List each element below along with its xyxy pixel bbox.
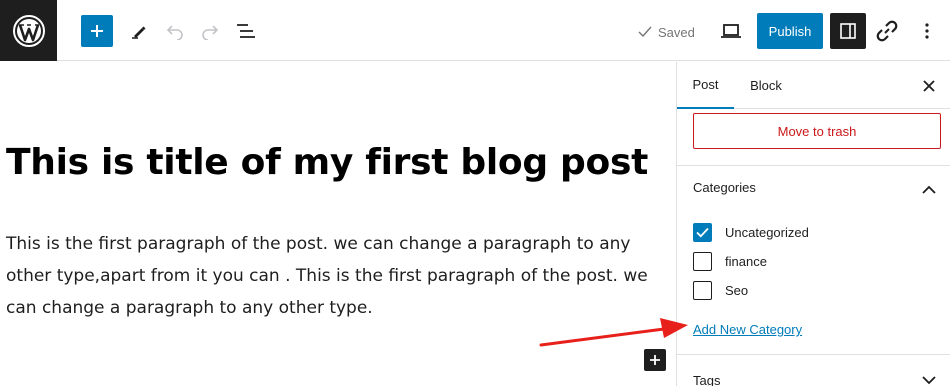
chevron-up-icon <box>922 185 936 194</box>
tags-panel-header[interactable]: Tags <box>693 373 720 386</box>
category-checkbox[interactable] <box>693 280 712 300</box>
redo-icon <box>202 25 219 40</box>
wordpress-logo-button[interactable] <box>0 0 57 61</box>
tools-button[interactable] <box>126 18 152 44</box>
move-to-trash-button[interactable]: Move to trash <box>693 113 941 149</box>
check-icon <box>696 227 709 237</box>
post-title[interactable]: This is title of my first blog post <box>6 142 648 183</box>
options-button[interactable] <box>914 18 940 44</box>
link-button[interactable] <box>873 17 901 45</box>
categories-toggle[interactable] <box>917 179 941 199</box>
tab-block[interactable]: Block <box>745 62 787 109</box>
editor-canvas: This is title of my first blog post This… <box>0 62 676 386</box>
tags-toggle[interactable] <box>917 370 941 386</box>
pen-icon <box>132 26 146 39</box>
category-label: Seo <box>725 282 749 298</box>
document-overview-button[interactable] <box>233 18 259 44</box>
sidebar-toggle-icon <box>840 23 856 39</box>
category-checkbox[interactable] <box>693 222 712 242</box>
check-icon <box>638 26 652 38</box>
undo-button[interactable] <box>162 18 188 44</box>
plus-icon <box>91 25 103 37</box>
list-view-icon <box>237 24 255 38</box>
more-vertical-icon <box>925 23 929 39</box>
block-inserter-button[interactable] <box>644 349 666 371</box>
desktop-preview-icon <box>721 24 741 38</box>
settings-sidebar: Post Block Move to trash Categories Unca… <box>676 62 950 386</box>
editor-toolbar: Saved Publish <box>0 0 950 61</box>
saved-status: Saved <box>638 22 695 42</box>
close-sidebar-button[interactable] <box>917 74 941 98</box>
divider <box>677 165 950 166</box>
publish-button[interactable]: Publish <box>757 13 823 49</box>
wordpress-logo-icon <box>12 14 45 47</box>
category-label: finance <box>725 253 767 269</box>
close-icon <box>923 80 935 92</box>
category-checkbox[interactable] <box>693 251 712 271</box>
saved-label: Saved <box>658 24 695 40</box>
paragraph-block[interactable]: This is the first paragraph of the post.… <box>6 228 670 324</box>
category-item-seo[interactable]: Seo <box>693 280 748 300</box>
undo-icon <box>166 25 183 40</box>
settings-sidebar-toggle[interactable] <box>830 13 866 49</box>
category-label: Uncategorized <box>725 224 809 240</box>
categories-panel-header[interactable]: Categories <box>693 180 756 195</box>
divider <box>677 354 950 355</box>
link-icon <box>876 20 898 42</box>
chevron-down-icon <box>922 375 936 384</box>
add-new-category-link[interactable]: Add New Category <box>693 322 802 337</box>
redo-button[interactable] <box>197 18 223 44</box>
preview-button[interactable] <box>718 18 744 44</box>
tab-post[interactable]: Post <box>677 62 734 109</box>
add-block-button[interactable] <box>81 15 113 47</box>
category-item-finance[interactable]: finance <box>693 251 767 271</box>
sidebar-tabs: Post Block <box>677 62 950 109</box>
plus-icon <box>650 355 660 365</box>
category-item-uncategorized[interactable]: Uncategorized <box>693 222 809 242</box>
